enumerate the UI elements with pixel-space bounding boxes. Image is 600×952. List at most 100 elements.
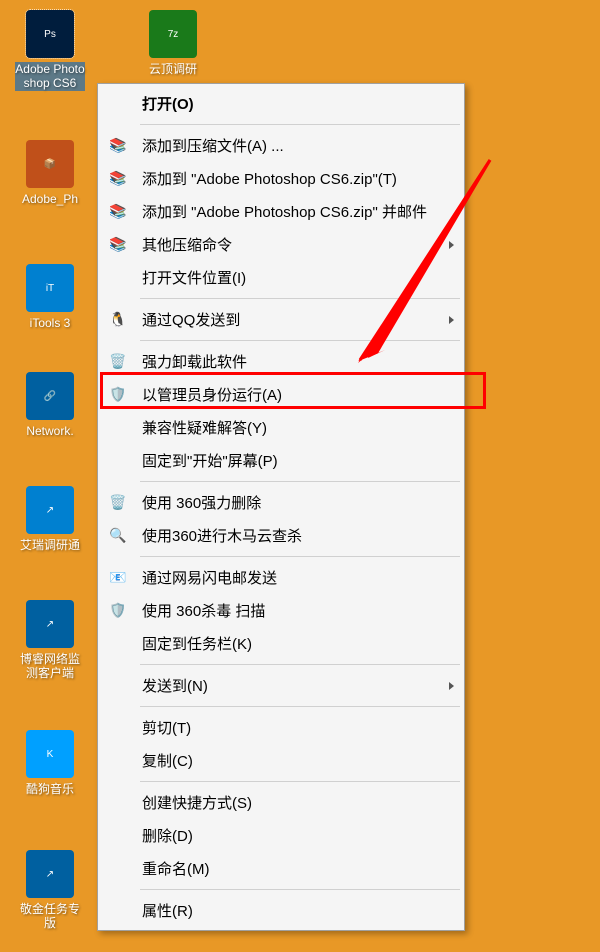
desktop-icon-0[interactable]: Ps Adobe Photoshop CS6 [15,10,85,91]
app-icon: ↗ [26,486,74,534]
menu-item-label: 剪切(T) [142,717,454,738]
menu-item-28[interactable]: 删除(D) [100,819,462,852]
archive-icon: 📚 [106,169,130,189]
desktop-icon-7[interactable]: K 酷狗音乐 [15,730,85,796]
blank-icon [106,718,130,738]
desktop-icon-5[interactable]: ↗ 艾瑞调研通 [15,486,85,552]
menu-item-label: 添加到 "Adobe Photoshop CS6.zip" 并邮件 [142,201,454,222]
menu-item-label: 添加到 "Adobe Photoshop CS6.zip"(T) [142,168,454,189]
icon-label: Network. [15,424,85,438]
menu-item-label: 打开文件位置(I) [142,267,454,288]
app-icon: 🔗 [26,372,74,420]
360av-icon: 🛡️ [106,601,130,621]
desktop-icon-2[interactable]: 📦 Adobe_Ph [15,140,85,206]
app-icon: ↗ [26,850,74,898]
menu-item-15[interactable]: 🗑️ 使用 360强力删除 [100,486,462,519]
menu-item-label: 使用 360强力删除 [142,492,454,513]
blank-icon [106,94,130,114]
menu-item-19[interactable]: 🛡️ 使用 360杀毒 扫描 [100,594,462,627]
menu-item-label: 兼容性疑难解答(Y) [142,417,454,438]
shield-icon: 🛡️ [106,385,130,405]
icon-label: 云顶调研 [138,62,208,76]
app-icon: ↗ [26,600,74,648]
netease-icon: 📧 [106,568,130,588]
menu-item-label: 使用 360杀毒 扫描 [142,600,454,621]
menu-item-25[interactable]: 复制(C) [100,744,462,777]
app-icon: Ps [26,10,74,58]
app-icon: 7z [149,10,197,58]
icon-label: iTools 3 [15,316,85,330]
menu-item-29[interactable]: 重命名(M) [100,852,462,885]
app-icon: 📦 [26,140,74,188]
menu-item-5[interactable]: 📚 其他压缩命令 [100,228,462,261]
menu-separator [140,889,460,890]
icon-label: 敬金任务专版 [15,902,85,931]
menu-item-label: 使用360进行木马云查杀 [142,525,454,546]
menu-item-label: 固定到任务栏(K) [142,633,454,654]
icon-label: Adobe_Ph [15,192,85,206]
menu-separator [140,664,460,665]
menu-item-4[interactable]: 📚 添加到 "Adobe Photoshop CS6.zip" 并邮件 [100,195,462,228]
menu-item-27[interactable]: 创建快捷方式(S) [100,786,462,819]
menu-item-label: 其他压缩命令 [142,234,441,255]
menu-item-label: 创建快捷方式(S) [142,792,454,813]
trash-icon: 🗑️ [106,352,130,372]
desktop-icon-4[interactable]: 🔗 Network. [15,372,85,438]
context-menu: 打开(O) 📚 添加到压缩文件(A) ... 📚 添加到 "Adobe Photosho… [97,83,465,931]
menu-item-16[interactable]: 🔍使用360进行木马云查杀 [100,519,462,552]
menu-item-3[interactable]: 📚 添加到 "Adobe Photoshop CS6.zip"(T) [100,162,462,195]
menu-item-label: 强力卸载此软件 [142,351,454,372]
blank-icon [106,676,130,696]
menu-separator [140,706,460,707]
archive-icon: 📚 [106,235,130,255]
menu-item-10[interactable]: 🗑️ 强力卸载此软件 [100,345,462,378]
menu-item-6[interactable]: 打开文件位置(I) [100,261,462,294]
menu-item-31[interactable]: 属性(R) [100,894,462,927]
menu-item-12[interactable]: 兼容性疑难解答(Y) [100,411,462,444]
menu-separator [140,556,460,557]
menu-item-18[interactable]: 📧 通过网易闪电邮发送 [100,561,462,594]
chevron-right-icon [449,241,454,249]
menu-item-label: 添加到压缩文件(A) ... [142,135,454,156]
blank-icon [106,826,130,846]
blank-icon [106,793,130,813]
menu-item-label: 通过网易闪电邮发送 [142,567,454,588]
icon-label: Adobe Photoshop CS6 [15,62,85,91]
blank-icon [106,451,130,471]
menu-item-8[interactable]: 🐧通过QQ发送到 [100,303,462,336]
menu-separator [140,298,460,299]
menu-item-22[interactable]: 发送到(N) [100,669,462,702]
desktop-icon-3[interactable]: iT iTools 3 [15,264,85,330]
menu-separator [140,481,460,482]
desktop-icon-1[interactable]: 7z 云顶调研 [138,10,208,76]
menu-separator [140,781,460,782]
menu-item-11[interactable]: 🛡️ 以管理员身份运行(A) [100,378,462,411]
menu-item-label: 通过QQ发送到 [142,309,441,330]
chevron-right-icon [449,682,454,690]
desktop-icon-6[interactable]: ↗ 博睿网络监测客户端 [15,600,85,681]
menu-item-20[interactable]: 固定到任务栏(K) [100,627,462,660]
menu-item-0[interactable]: 打开(O) [100,87,462,120]
desktop-icon-8[interactable]: ↗ 敬金任务专版 [15,850,85,931]
icon-label: 艾瑞调研通 [15,538,85,552]
menu-item-2[interactable]: 📚 添加到压缩文件(A) ... [100,129,462,162]
menu-item-24[interactable]: 剪切(T) [100,711,462,744]
menu-item-13[interactable]: 固定到"开始"屏幕(P) [100,444,462,477]
icon-label: 博睿网络监测客户端 [15,652,85,681]
blank-icon [106,751,130,771]
chevron-right-icon [449,316,454,324]
menu-item-label: 属性(R) [142,900,454,921]
menu-item-label: 打开(O) [142,93,454,114]
blank-icon [106,634,130,654]
menu-item-label: 以管理员身份运行(A) [142,384,454,405]
menu-item-label: 删除(D) [142,825,454,846]
archive-icon: 📚 [106,136,130,156]
app-icon: iT [26,264,74,312]
archive-icon: 📚 [106,202,130,222]
icon-label: 酷狗音乐 [15,782,85,796]
menu-separator [140,340,460,341]
360trash-icon: 🗑️ [106,493,130,513]
blank-icon [106,901,130,921]
app-icon: K [26,730,74,778]
blank-icon [106,268,130,288]
